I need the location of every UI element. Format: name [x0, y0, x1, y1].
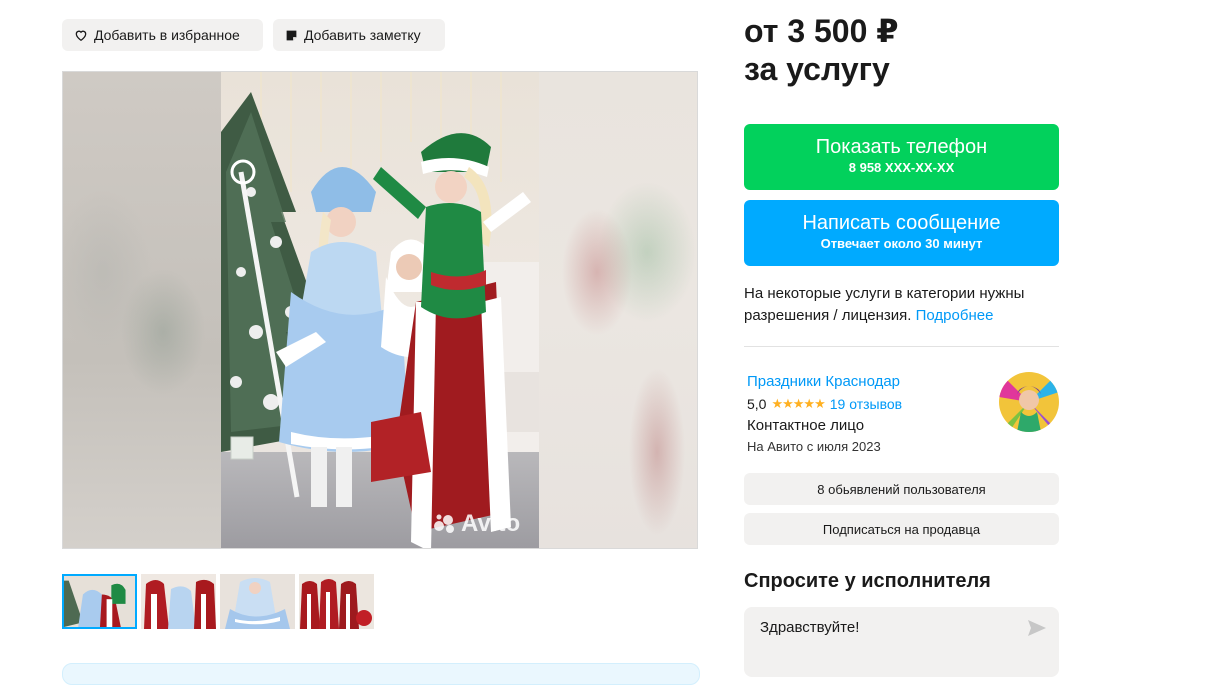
ask-message-input[interactable]: Здравствуйте! — [744, 607, 1059, 677]
ask-section-title: Спросите у исполнителя — [744, 570, 991, 592]
license-more-link[interactable]: Подробнее — [916, 307, 994, 324]
thumbnail-4[interactable] — [299, 574, 374, 629]
thumbnail-3[interactable] — [220, 574, 295, 629]
price-unit: за услугу — [744, 51, 890, 87]
thumbnail-4-image — [299, 574, 374, 629]
price-amount: от 3 500 ₽ — [744, 13, 899, 49]
thumbnail-1-image — [64, 576, 135, 627]
main-photo[interactable] — [221, 72, 539, 548]
seller-since: На Авито с июля 2023 — [747, 439, 881, 454]
thumbnail-3-image — [220, 574, 295, 629]
send-message-button[interactable]: Написать сообщение Отвечает около 30 мин… — [744, 200, 1059, 266]
thumbnail-2-image — [141, 574, 216, 629]
heart-icon — [75, 30, 87, 42]
seller-avatar[interactable] — [999, 372, 1059, 432]
seller-avatar-image — [999, 372, 1059, 432]
add-note-label: Добавить заметку — [304, 27, 421, 43]
avito-logo-icon — [434, 514, 454, 533]
add-to-favorites-label: Добавить в избранное — [94, 27, 240, 43]
reply-time-text: Отвечает около 30 минут — [820, 236, 983, 251]
add-note-button[interactable]: Добавить заметку — [273, 19, 445, 51]
add-to-favorites-button[interactable]: Добавить в избранное — [62, 19, 263, 51]
show-phone-button[interactable]: Показать телефон 8 958 XXX-XX-XX — [744, 124, 1059, 190]
license-notice: На некоторые услуги в категории нужны ра… — [744, 283, 1059, 327]
masked-phone-number: 8 958 XXX-XX-XX — [848, 160, 955, 175]
seller-name-link[interactable]: Праздники Краснодар — [747, 373, 900, 390]
divider — [744, 346, 1059, 347]
thumbnail-2[interactable] — [141, 574, 216, 629]
thumbnail-1[interactable] — [62, 574, 137, 629]
seller-role: Контактное лицо — [747, 417, 865, 434]
subscribe-seller-button[interactable]: Подписаться на продавца — [744, 513, 1059, 545]
thumbnail-strip — [62, 574, 374, 629]
avito-watermark-text: Avito — [461, 510, 521, 537]
avito-watermark: Avito — [433, 510, 520, 538]
note-icon — [286, 30, 297, 40]
photo-gallery[interactable]: Avito — [62, 71, 698, 549]
gallery-blur-right — [537, 72, 697, 548]
rating-stars-icon: ★★★★★ — [771, 396, 825, 411]
seller-rating: 5,0 ★★★★★ 19 отзывов — [747, 396, 902, 412]
send-message-label: Написать сообщение — [802, 212, 1001, 234]
rating-value: 5,0 — [747, 396, 767, 412]
seller-ads-button[interactable]: 8 обьявлений пользователя — [744, 473, 1059, 505]
price: от 3 500 ₽ за услугу — [744, 12, 899, 88]
show-phone-label: Показать телефон — [815, 136, 988, 158]
gallery-blur-left — [63, 72, 221, 548]
ask-message-value: Здравствуйте! — [760, 619, 860, 636]
send-icon[interactable] — [1027, 619, 1047, 637]
reviews-link[interactable]: 19 отзывов — [830, 396, 902, 412]
bottom-info-card — [62, 663, 700, 685]
